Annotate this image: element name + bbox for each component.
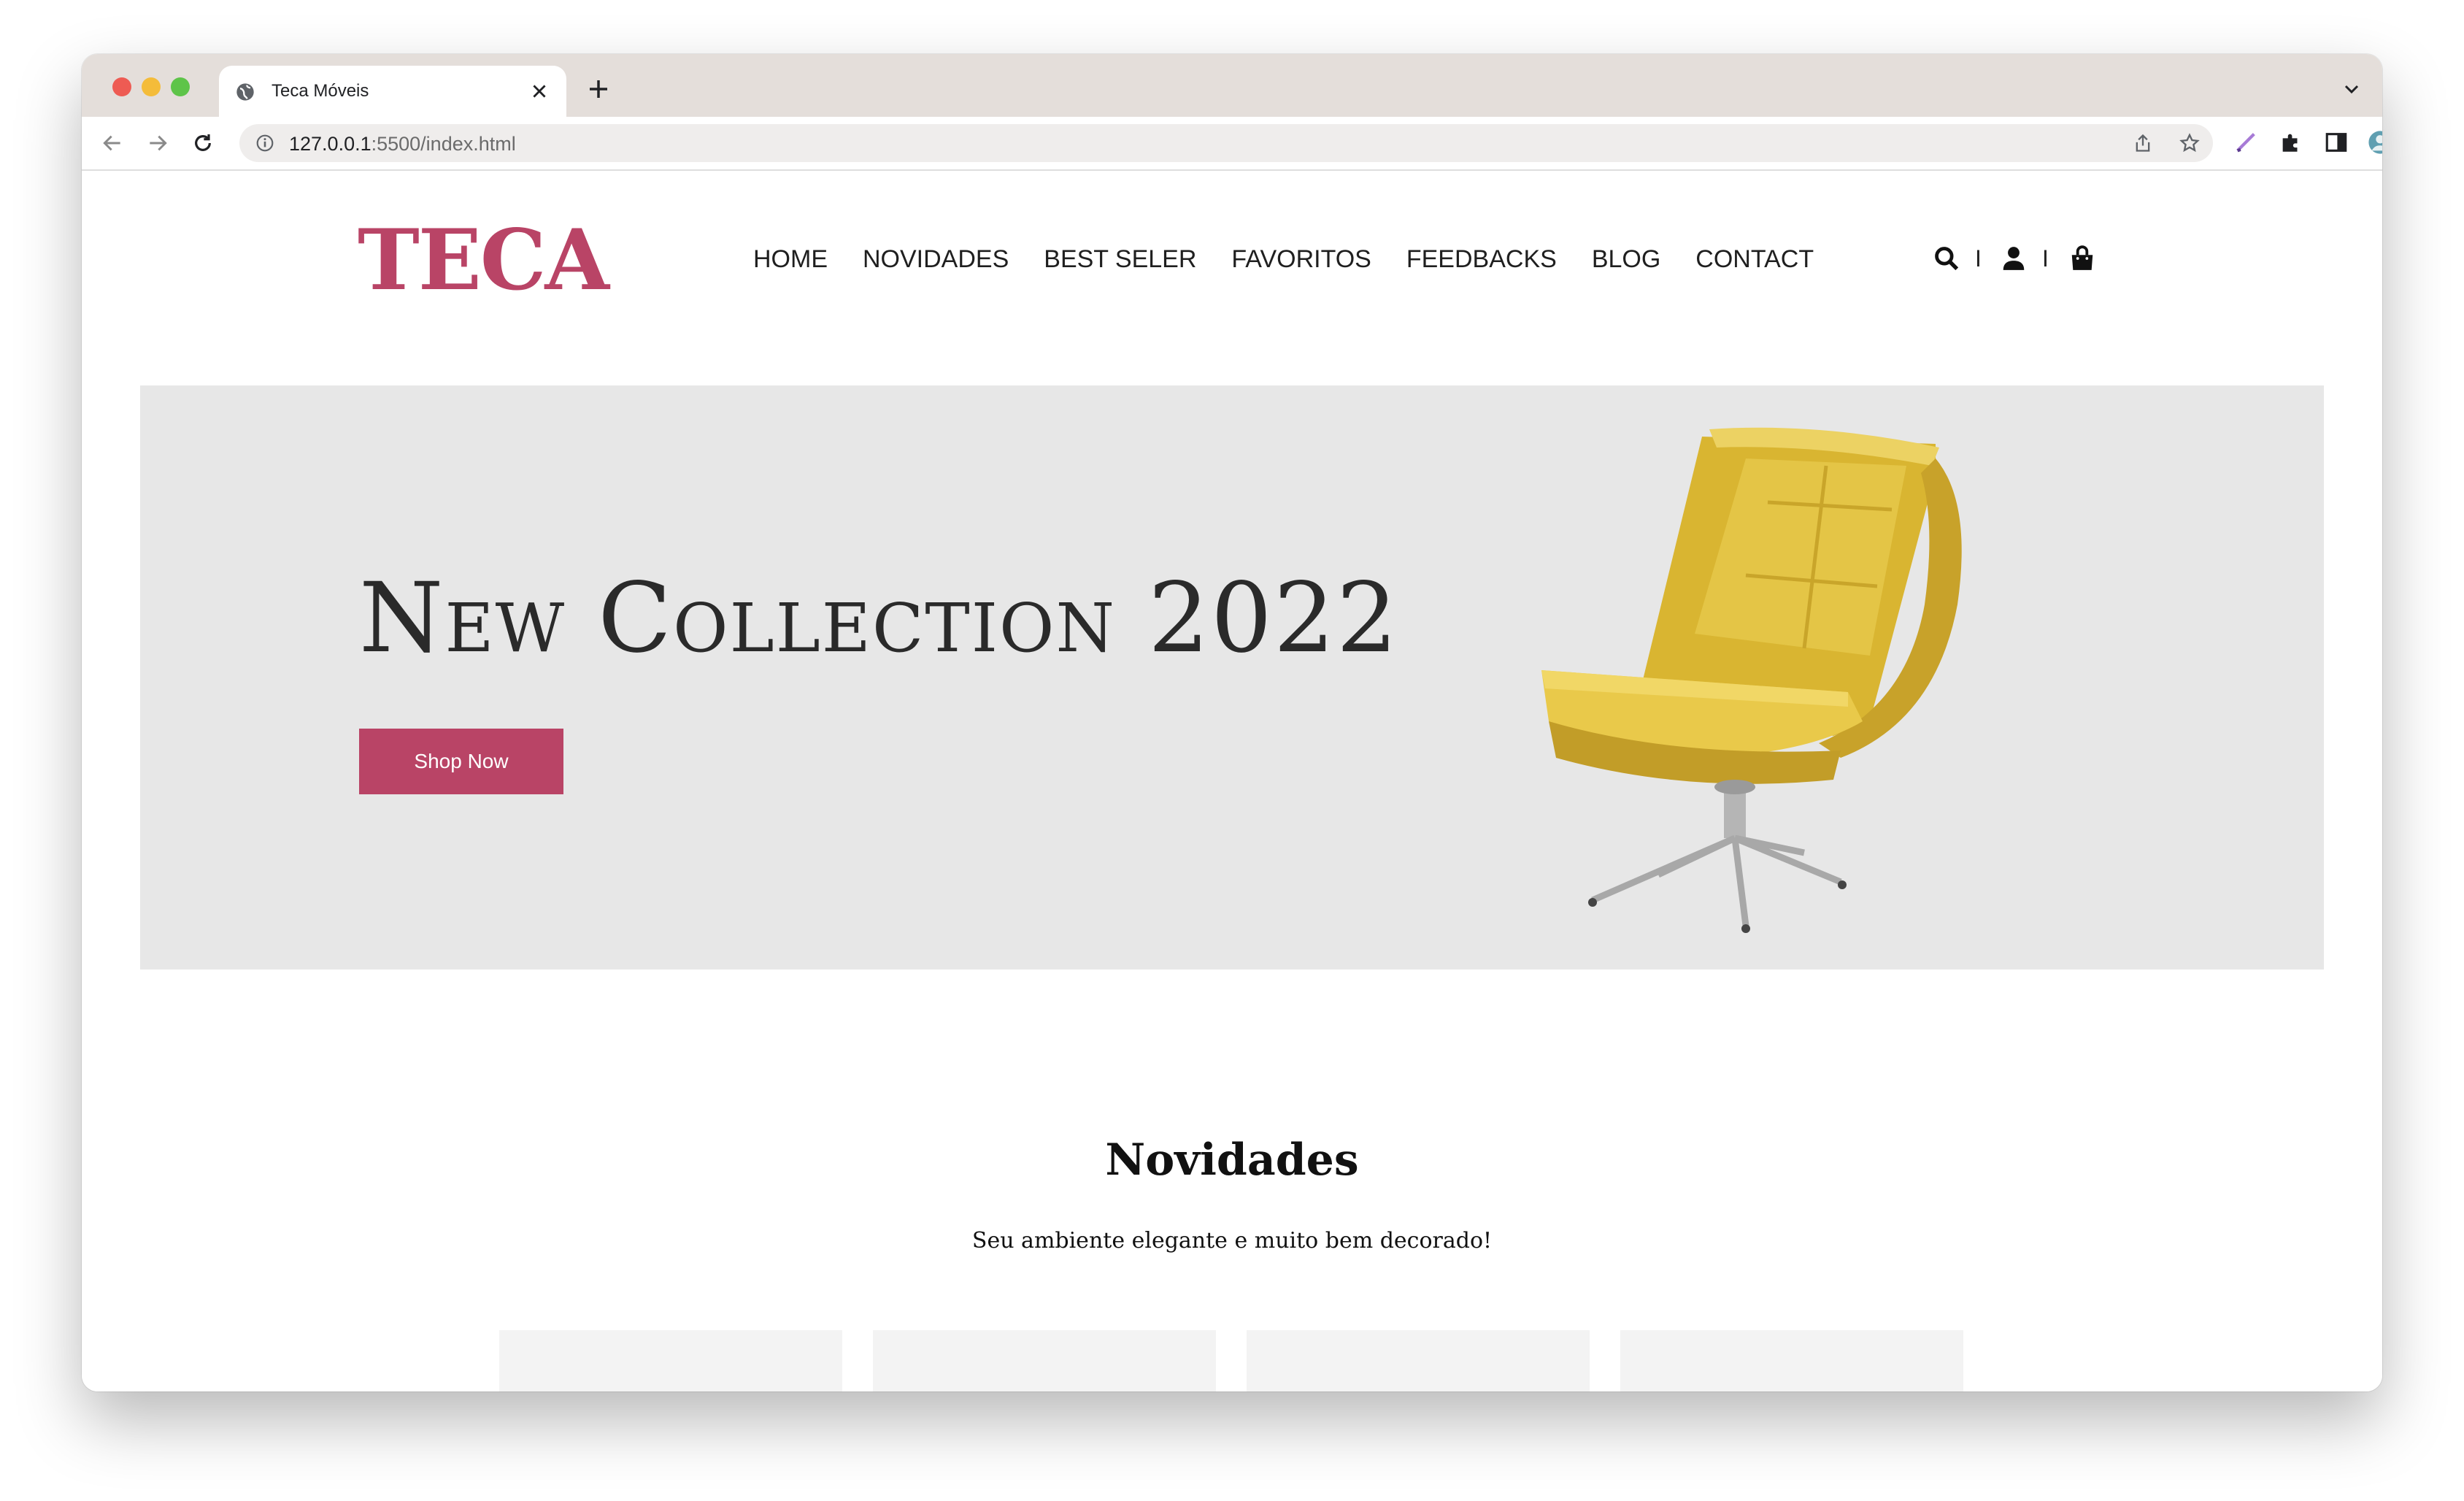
- shop-now-button[interactable]: Shop Now: [359, 729, 563, 794]
- header-separator: I: [1975, 245, 1982, 272]
- browser-window: Teca Móveis 127.0.0.1:5500/index.html TE…: [82, 54, 2382, 1391]
- profile-avatar-icon[interactable]: [2368, 130, 2382, 155]
- product-card[interactable]: [499, 1330, 842, 1391]
- section-subtitle: Seu ambiente elegante e muito bem decora…: [971, 1228, 1493, 1254]
- globe-icon: [236, 83, 254, 101]
- back-arrow-icon[interactable]: [101, 131, 124, 155]
- product-card[interactable]: [873, 1330, 1216, 1391]
- header-separator: I: [2042, 245, 2049, 272]
- header-actions: I I: [1933, 244, 2101, 276]
- user-icon[interactable]: [2000, 244, 2028, 273]
- minimize-window-button[interactable]: [142, 77, 161, 96]
- browser-tab[interactable]: Teca Móveis: [219, 66, 566, 117]
- hero-title: New Collection 2022: [359, 562, 1399, 675]
- reload-icon[interactable]: [191, 131, 215, 155]
- url-path: :5500/index.html: [371, 133, 516, 155]
- new-tab-icon[interactable]: [587, 77, 610, 101]
- tab-title: Teca Móveis: [272, 81, 369, 101]
- site-logo[interactable]: TECA: [358, 216, 609, 304]
- info-icon[interactable]: [255, 134, 274, 153]
- puzzle-extensions-icon[interactable]: [2279, 130, 2303, 155]
- nav-favoritos[interactable]: FAVORITOS: [1231, 245, 1371, 274]
- product-card[interactable]: [1620, 1330, 1963, 1391]
- nav-home[interactable]: HOME: [753, 245, 828, 274]
- browser-toolbar: 127.0.0.1:5500/index.html: [82, 117, 2382, 171]
- nav-contact[interactable]: CONTACT: [1695, 245, 1814, 274]
- address-bar[interactable]: 127.0.0.1:5500/index.html: [239, 124, 2213, 162]
- star-icon[interactable]: [2179, 133, 2200, 153]
- pen-extension-icon[interactable]: [2233, 130, 2258, 155]
- web-page: TECA HOME NOVIDADES BEST SELER FAVORITOS…: [82, 171, 2382, 1391]
- nav-blog[interactable]: BLOG: [1592, 245, 1660, 274]
- main-navigation: HOME NOVIDADES BEST SELER FAVORITOS FEED…: [753, 245, 1814, 274]
- section-title: Novidades: [1105, 1135, 1359, 1186]
- nav-feedbacks[interactable]: FEEDBACKS: [1406, 245, 1557, 274]
- product-card[interactable]: [1247, 1330, 1590, 1391]
- nav-best-seller[interactable]: BEST SELER: [1044, 245, 1196, 274]
- tab-bar: Teca Móveis: [82, 54, 2382, 117]
- shopping-bag-icon[interactable]: [2068, 244, 2096, 273]
- share-icon[interactable]: [2133, 133, 2153, 153]
- nav-novidades[interactable]: NOVIDADES: [863, 245, 1009, 274]
- hero-banner: New Collection 2022 Shop Now: [140, 385, 2324, 970]
- forward-arrow-icon[interactable]: [146, 131, 169, 155]
- url-host: 127.0.0.1: [289, 133, 371, 155]
- chevron-down-icon[interactable]: [2343, 80, 2360, 98]
- url-text[interactable]: 127.0.0.1:5500/index.html: [289, 131, 516, 156]
- search-icon[interactable]: [1933, 244, 1960, 273]
- side-panel-icon[interactable]: [2324, 130, 2349, 155]
- close-tab-icon[interactable]: [530, 82, 549, 101]
- maximize-window-button[interactable]: [171, 77, 190, 96]
- close-window-button[interactable]: [112, 77, 131, 96]
- yellow-armchair-image: [1541, 427, 1962, 933]
